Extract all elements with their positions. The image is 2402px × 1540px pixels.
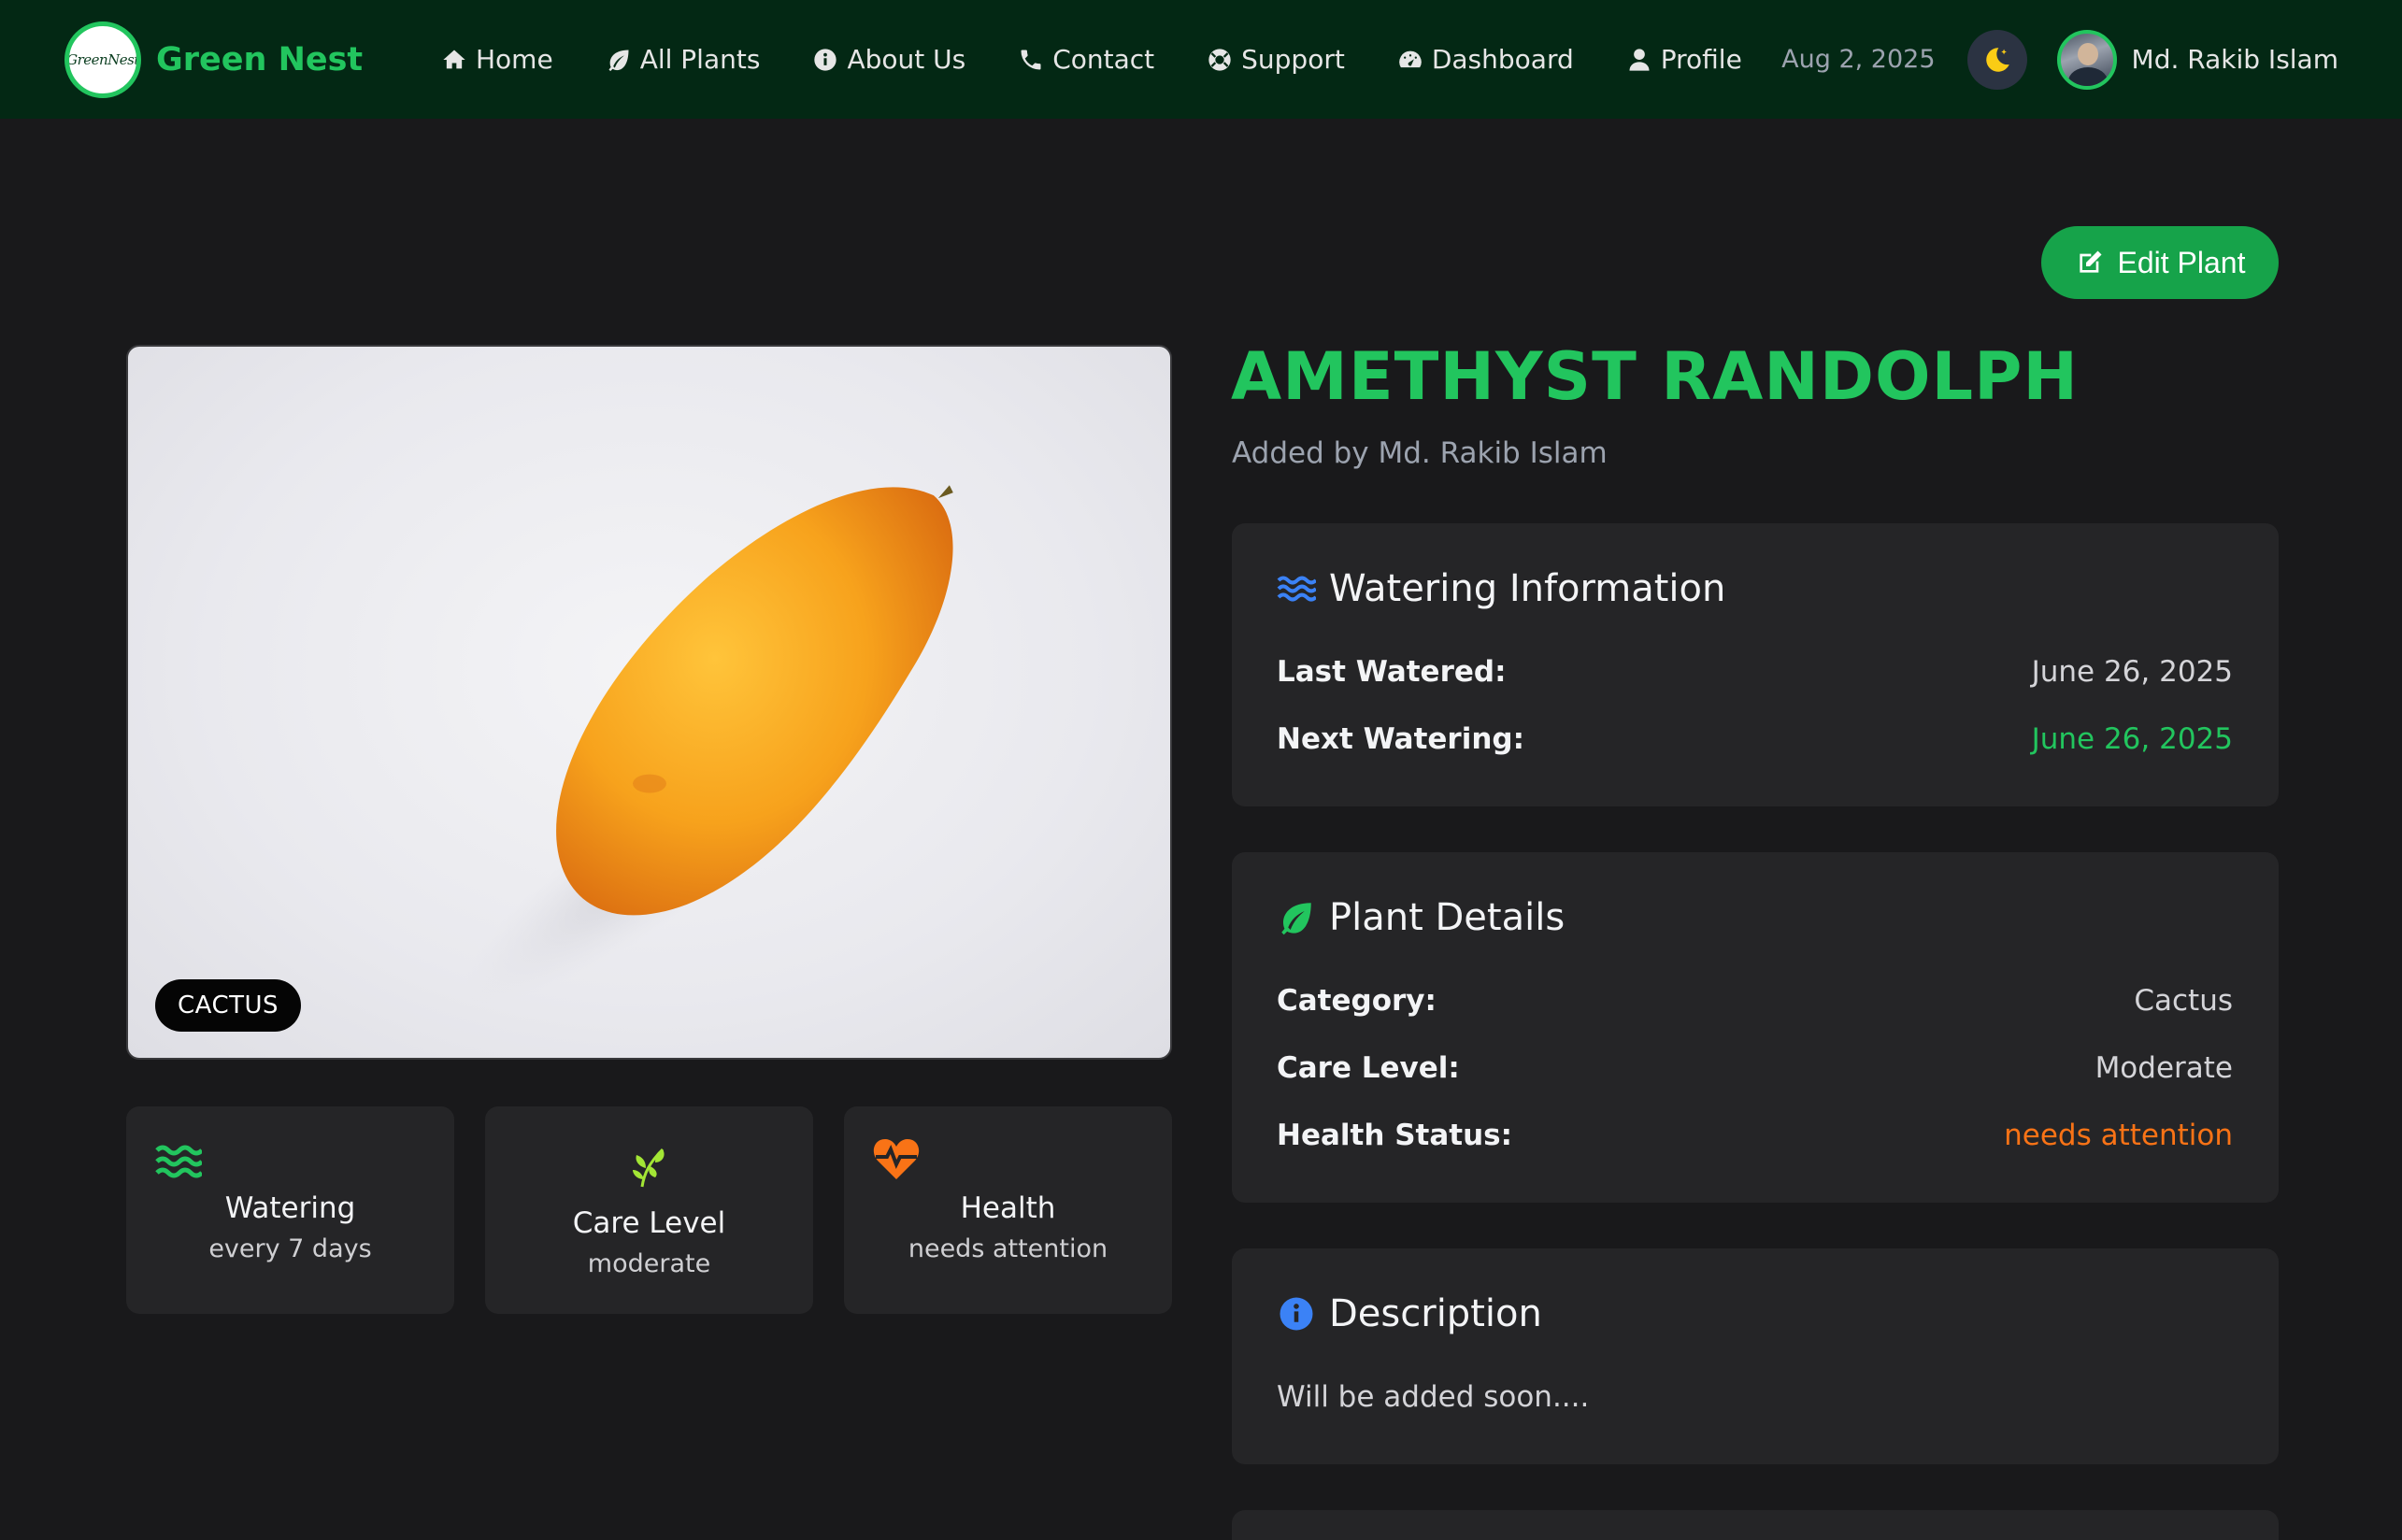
nav-link-all-plants[interactable]: All Plants [606, 44, 761, 75]
plant-title: AMETHYST RANDOLPH [1231, 338, 2079, 415]
plant-image: CACTUS [126, 345, 1172, 1060]
plant-details-card: Plant Details Category: Cactus Care Leve… [1232, 852, 2279, 1203]
watering-info-card: Watering Information Last Watered: June … [1232, 523, 2279, 806]
next-watering-label: Next Watering: [1277, 722, 1524, 756]
moon-icon [1985, 47, 2009, 72]
brand[interactable]: GreenNest Green Nest [64, 21, 363, 98]
description-text: Will be added soon.... [1277, 1380, 1590, 1414]
nav-link-label: Profile [1660, 44, 1742, 75]
user-icon [1629, 48, 1650, 71]
nav-right: Aug 2, 2025 Md. Rakib Islam [1781, 0, 2338, 119]
user-avatar[interactable] [2056, 29, 2117, 90]
info-icon [814, 48, 837, 71]
next-info-card [1232, 1510, 2279, 1540]
description-heading: Description [1277, 1292, 1542, 1335]
water-icon [1277, 576, 1316, 602]
plant-details-title: Plant Details [1329, 896, 1566, 939]
stat-title: Health [960, 1191, 1056, 1225]
gauge-icon [1399, 50, 1422, 67]
nav-link-dashboard[interactable]: Dashboard [1397, 44, 1574, 75]
watering-info-title: Watering Information [1329, 567, 1726, 610]
nav-link-label: About Us [847, 44, 966, 75]
care-level-value: Moderate [2095, 1051, 2233, 1085]
health-status-label: Health Status: [1277, 1119, 1512, 1152]
nav-link-profile[interactable]: Profile [1626, 44, 1742, 75]
nav-link-contact[interactable]: Contact [1018, 44, 1154, 75]
top-navbar: GreenNest Green Nest Home All Plants Abo… [0, 0, 2402, 119]
stat-value: moderate [587, 1249, 711, 1278]
stat-value: every 7 days [208, 1234, 372, 1263]
category-value: Cactus [2134, 984, 2233, 1018]
lifebuoy-icon [1208, 48, 1231, 71]
logo-text: GreenNest [66, 51, 139, 68]
stat-card-watering: Watering every 7 days [126, 1106, 454, 1314]
info-icon [1280, 1297, 1313, 1331]
stat-title: Watering [224, 1191, 356, 1225]
nav-link-label: All Plants [639, 44, 761, 75]
nav-link-support[interactable]: Support [1207, 44, 1345, 75]
nav-link-label: Home [476, 44, 553, 75]
nav-link-label: Contact [1052, 44, 1155, 75]
leaf-icon [608, 50, 629, 71]
description-card: Description Will be added soon.... [1232, 1248, 2279, 1464]
description-title: Description [1329, 1292, 1542, 1335]
stat-value: needs attention [908, 1234, 1108, 1263]
nav-links: Home All Plants About Us Contact Support… [441, 0, 1794, 119]
leaf-icon [1281, 903, 1311, 935]
care-level-label: Care Level: [1277, 1051, 1460, 1085]
nav-link-label: Support [1241, 44, 1345, 75]
watering-info-heading: Watering Information [1277, 567, 1725, 610]
plant-details-heading: Plant Details [1277, 896, 1565, 939]
current-date: Aug 2, 2025 [1781, 45, 1936, 74]
user-name[interactable]: Md. Rakib Islam [2132, 44, 2338, 75]
last-watered-label: Last Watered: [1277, 655, 1507, 689]
water-icon [155, 1145, 202, 1178]
brand-name[interactable]: Green Nest [156, 41, 363, 78]
phone-icon [1021, 50, 1041, 69]
nav-link-home[interactable]: Home [441, 44, 553, 75]
brand-logo[interactable]: GreenNest [64, 21, 141, 98]
stat-card-health: Health needs attention [844, 1106, 1172, 1314]
category-badge: CACTUS [155, 979, 302, 1032]
edit-plant-label: Edit Plant [2117, 245, 2246, 279]
heartbeat-icon [873, 1139, 920, 1179]
added-by: Added by Md. Rakib Islam [1232, 436, 1608, 470]
theme-toggle-button[interactable] [1966, 29, 2027, 90]
category-label: Category: [1277, 984, 1437, 1018]
stat-card-care-level: Care Level moderate [485, 1106, 813, 1314]
nav-link-about[interactable]: About Us [812, 44, 965, 75]
next-watering-value: June 26, 2025 [2031, 722, 2233, 756]
seedling-icon [633, 1148, 665, 1188]
edit-icon [2079, 250, 2102, 273]
last-watered-value: June 26, 2025 [2031, 655, 2233, 689]
stat-title: Care Level [572, 1206, 726, 1240]
papaya-illustration [464, 485, 953, 1004]
health-status-value: needs attention [2004, 1119, 2233, 1152]
edit-plant-button[interactable]: Edit Plant [2041, 226, 2279, 299]
nav-link-label: Dashboard [1431, 44, 1574, 75]
home-icon [443, 50, 465, 68]
